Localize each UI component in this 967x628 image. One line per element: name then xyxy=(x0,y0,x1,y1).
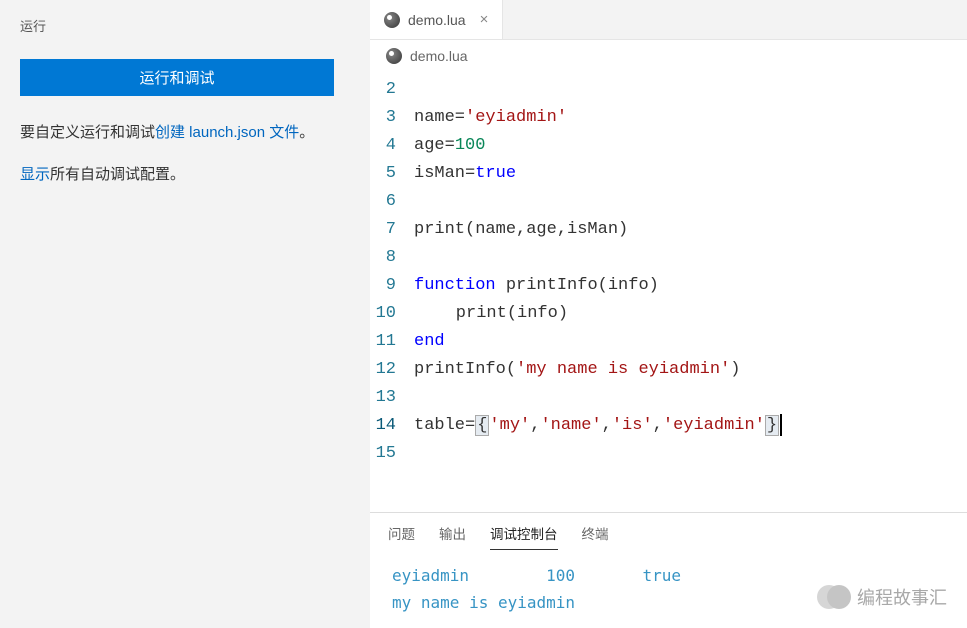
line-number: 2 xyxy=(370,76,414,104)
code-content[interactable]: print(info) xyxy=(414,300,568,328)
token: end xyxy=(414,332,445,351)
token: age= xyxy=(414,136,455,155)
panel-tab-1[interactable]: 输出 xyxy=(439,523,466,550)
create-launch-json-link[interactable]: 创建 launch.json 文件 xyxy=(155,124,299,141)
code-line[interactable]: 5isMan=true xyxy=(370,160,967,188)
token: print(info) xyxy=(415,304,568,323)
tab-bar: demo.lua × xyxy=(370,0,967,40)
line-number: 12 xyxy=(370,356,414,384)
line-number: 7 xyxy=(370,216,414,244)
show-link[interactable]: 显示 xyxy=(20,166,50,183)
run-sidebar: 运行 运行和调试 要自定义运行和调试创建 launch.json 文件。 显示所… xyxy=(0,0,370,628)
token: 'my name is eyiadmin' xyxy=(516,360,730,379)
code-content[interactable]: end xyxy=(414,328,445,356)
code-line[interactable]: 7print(name,age,isMan) xyxy=(370,216,967,244)
code-line[interactable]: 6 xyxy=(370,188,967,216)
code-line[interactable]: 8 xyxy=(370,244,967,272)
show-configs-hint: 显示所有自动调试配置。 xyxy=(20,162,350,188)
period: 。 xyxy=(299,124,314,141)
code-content[interactable]: print(name,age,isMan) xyxy=(414,216,628,244)
breadcrumb-filename: demo.lua xyxy=(410,48,468,64)
code-content[interactable]: function printInfo(info) xyxy=(414,272,659,300)
bottom-panel: 问题输出调试控制台终端 eyiadmin 100 true my name is… xyxy=(370,512,967,628)
code-line[interactable]: 10 print(info) xyxy=(370,300,967,328)
token: { xyxy=(475,415,489,436)
code-content[interactable]: isMan=true xyxy=(414,160,516,188)
code-line[interactable]: 14table={'my','name','is','eyiadmin'} xyxy=(370,412,967,440)
line-number: 4 xyxy=(370,132,414,160)
token: isMan= xyxy=(414,164,475,183)
token: true xyxy=(475,164,516,183)
token: } xyxy=(765,415,779,436)
token: 100 xyxy=(455,136,486,155)
wechat-icon xyxy=(827,585,851,609)
code-line[interactable]: 15 xyxy=(370,440,967,468)
token: 'eyiadmin' xyxy=(663,416,765,435)
token: name= xyxy=(414,108,465,127)
token: 'name' xyxy=(540,416,601,435)
output-line-2: my name is eyiadmin xyxy=(392,593,575,612)
panel-tab-2[interactable]: 调试控制台 xyxy=(490,523,558,550)
line-number: 14 xyxy=(370,412,414,440)
line-number: 13 xyxy=(370,384,414,412)
code-line[interactable]: 9function printInfo(info) xyxy=(370,272,967,300)
line-number: 6 xyxy=(370,188,414,216)
line-number: 9 xyxy=(370,272,414,300)
token: ) xyxy=(730,360,740,379)
panel-tab-0[interactable]: 问题 xyxy=(388,523,415,550)
token: , xyxy=(530,416,540,435)
token: printInfo(info) xyxy=(496,276,659,295)
token: table= xyxy=(414,416,475,435)
token: , xyxy=(653,416,663,435)
show-suffix: 所有自动调试配置。 xyxy=(50,166,185,183)
token: 'eyiadmin' xyxy=(465,108,567,127)
code-line[interactable]: 3name='eyiadmin' xyxy=(370,104,967,132)
code-content[interactable]: printInfo('my name is eyiadmin') xyxy=(414,356,740,384)
panel-tabs: 问题输出调试控制台终端 xyxy=(370,513,967,550)
code-content[interactable]: age=100 xyxy=(414,132,485,160)
text-cursor xyxy=(780,414,782,436)
line-number: 8 xyxy=(370,244,414,272)
code-line[interactable]: 2 xyxy=(370,76,967,104)
editor-area: demo.lua × demo.lua 23name='eyiadmin'4ag… xyxy=(370,0,967,628)
code-line[interactable]: 11end xyxy=(370,328,967,356)
line-number: 10 xyxy=(370,300,414,328)
line-number: 11 xyxy=(370,328,414,356)
line-number: 15 xyxy=(370,440,414,468)
watermark: 编程故事汇 xyxy=(827,584,947,610)
panel-tab-3[interactable]: 终端 xyxy=(582,523,609,550)
token: printInfo( xyxy=(414,360,516,379)
output-line-1: eyiadmin 100 true xyxy=(392,566,681,585)
code-line[interactable]: 12printInfo('my name is eyiadmin') xyxy=(370,356,967,384)
breadcrumb[interactable]: demo.lua xyxy=(370,40,967,72)
close-icon[interactable]: × xyxy=(480,11,489,28)
line-number: 3 xyxy=(370,104,414,132)
tab-demo-lua[interactable]: demo.lua × xyxy=(370,0,503,39)
code-line[interactable]: 13 xyxy=(370,384,967,412)
token: 'my' xyxy=(489,416,530,435)
customize-hint: 要自定义运行和调试创建 launch.json 文件。 xyxy=(20,120,350,146)
code-editor[interactable]: 23name='eyiadmin'4age=1005isMan=true67pr… xyxy=(370,72,967,512)
token: , xyxy=(602,416,612,435)
code-content[interactable]: name='eyiadmin' xyxy=(414,104,567,132)
sidebar-title: 运行 xyxy=(20,16,350,35)
token: print(name,age,isMan) xyxy=(414,220,628,239)
line-number: 5 xyxy=(370,160,414,188)
lua-icon xyxy=(386,48,402,64)
run-and-debug-button[interactable]: 运行和调试 xyxy=(20,59,334,96)
code-line[interactable]: 4age=100 xyxy=(370,132,967,160)
lua-icon xyxy=(384,12,400,28)
watermark-text: 编程故事汇 xyxy=(857,584,947,610)
tab-label: demo.lua xyxy=(408,12,466,28)
code-content[interactable]: table={'my','name','is','eyiadmin'} xyxy=(414,412,782,440)
customize-prefix: 要自定义运行和调试 xyxy=(20,124,155,141)
token: 'is' xyxy=(612,416,653,435)
token: function xyxy=(414,276,496,295)
